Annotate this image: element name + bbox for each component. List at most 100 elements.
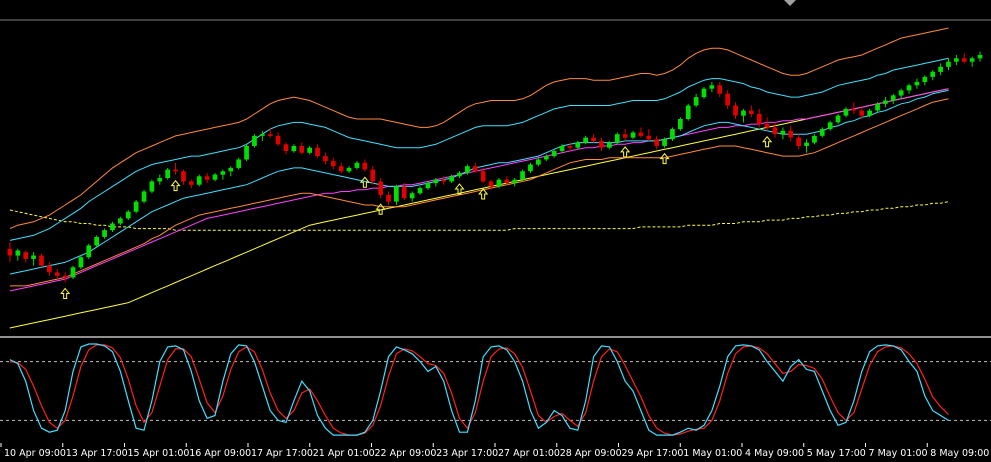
x-tick-label: 23 Apr 17:00 <box>436 448 498 459</box>
candle-body <box>662 139 667 146</box>
candle <box>670 127 675 141</box>
candle-body <box>599 140 604 148</box>
candle-body <box>338 166 344 172</box>
candle-body <box>851 108 857 111</box>
candle-body <box>457 172 462 177</box>
candle-body <box>922 76 928 82</box>
candle-body <box>946 61 951 67</box>
candle-body <box>275 135 281 145</box>
candle-body <box>843 108 849 116</box>
candle-body <box>394 186 399 202</box>
candle-body <box>741 110 746 116</box>
candle-body <box>173 169 178 172</box>
candle-body <box>788 130 794 138</box>
candle-body <box>78 257 84 268</box>
candle-body <box>764 124 770 128</box>
candle-body <box>883 100 888 104</box>
candle-body <box>212 174 218 180</box>
candle <box>94 235 99 248</box>
candle-body <box>567 146 573 148</box>
candle-body <box>654 139 659 146</box>
x-tick-label: 5 May 17:00 <box>807 448 866 459</box>
candle-body <box>772 127 778 135</box>
x-tick-label: 8 May 09:00 <box>930 448 989 459</box>
candle-body <box>283 144 289 151</box>
candle-body <box>504 179 510 184</box>
x-tick-label: 29 Apr 17:00 <box>622 448 684 459</box>
candle-body <box>646 135 652 140</box>
candle <box>149 179 155 194</box>
candle-body <box>954 58 959 62</box>
candle-body <box>733 105 738 116</box>
candle-body <box>252 135 257 146</box>
candle-body <box>244 146 249 160</box>
candle-body <box>417 188 423 194</box>
candle-body <box>433 179 439 184</box>
candle-body <box>717 85 723 94</box>
candle-body <box>236 159 241 168</box>
candlestick-chart: 10 Apr 09:00 13 Apr 17:00 15 Apr 01:00 16 A… <box>0 0 991 462</box>
candle-body <box>204 176 210 180</box>
candle-body <box>670 129 675 140</box>
candle-body <box>749 110 754 114</box>
candle-body <box>299 146 305 153</box>
candle-body <box>756 114 762 125</box>
candle-body <box>827 122 833 130</box>
candle-body <box>701 88 707 98</box>
candle-body <box>23 252 29 259</box>
candle-body <box>559 146 565 152</box>
candle <box>141 189 147 204</box>
candle-body <box>725 93 730 106</box>
candle-body <box>323 156 328 162</box>
candle <box>39 253 44 268</box>
candle-body <box>575 142 581 148</box>
candle-body <box>496 179 502 187</box>
candle-body <box>488 181 494 187</box>
candle <box>701 86 707 99</box>
candle-body <box>228 167 234 172</box>
candle-body <box>607 142 612 148</box>
candle-body <box>141 191 147 202</box>
candle-body <box>425 183 431 189</box>
candle-body <box>969 58 975 62</box>
candle-body <box>835 115 841 123</box>
candle-body <box>220 171 226 175</box>
candle-body <box>86 245 92 258</box>
candle-body <box>409 193 415 199</box>
candle-body <box>189 181 194 185</box>
x-tick-label: 27 Apr 01:00 <box>498 448 560 459</box>
candle-body <box>110 223 115 231</box>
x-tick-label: 10 Apr 09:00 <box>4 448 66 459</box>
x-tick-label: 13 Apr 17:00 <box>66 448 128 459</box>
candle-body <box>512 179 518 184</box>
x-tick-label: 22 Apr 09:00 <box>375 448 437 459</box>
candle <box>86 243 92 259</box>
candle-body <box>930 71 936 77</box>
candle-body <box>31 255 36 259</box>
candle-body <box>267 134 273 136</box>
candle <box>78 255 84 270</box>
candle-body <box>133 201 139 212</box>
candle-body <box>330 161 336 167</box>
candle-body <box>465 166 470 173</box>
candle-body <box>520 171 525 180</box>
x-tick-label: 1 May 01:00 <box>683 448 742 459</box>
candle-body <box>812 135 817 143</box>
candle-body <box>693 97 699 106</box>
candle-body <box>867 110 872 116</box>
candle-body <box>378 181 383 195</box>
candle-body <box>977 55 983 59</box>
candle-body <box>819 129 825 136</box>
candle-body <box>543 156 549 160</box>
candle-body <box>630 132 636 138</box>
candle <box>236 157 241 170</box>
candle-body <box>804 142 809 146</box>
candle-body <box>181 171 186 182</box>
candle-body <box>70 267 76 278</box>
candle-body <box>780 130 786 135</box>
candle <box>165 167 170 180</box>
candle-body <box>370 169 376 182</box>
candle-body <box>898 90 904 96</box>
candle-body <box>47 265 52 273</box>
candle-body <box>961 58 967 62</box>
